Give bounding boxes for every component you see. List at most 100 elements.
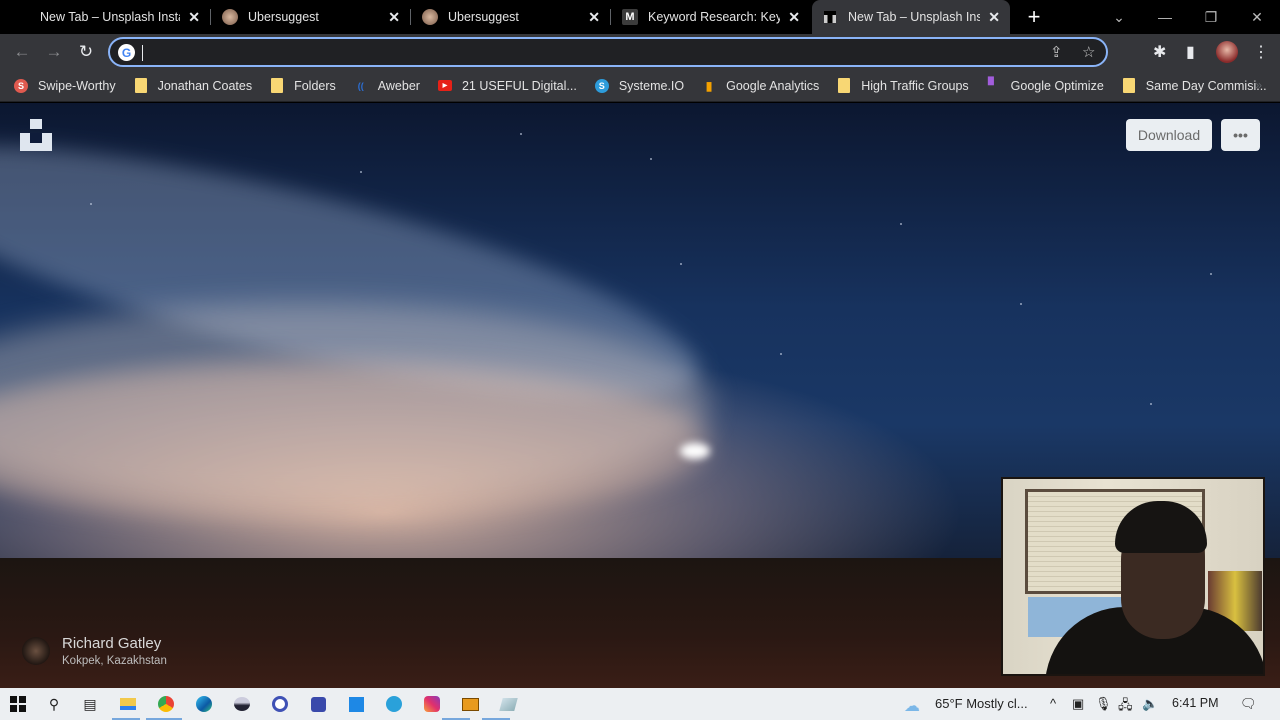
app-circle-icon[interactable] [270,694,290,714]
tab-title: Ubersuggest [448,10,519,24]
monitor-app-icon[interactable] [460,694,480,714]
share-icon[interactable]: ⇪ [1050,43,1063,61]
start-icon[interactable] [8,694,28,714]
menu-icon[interactable]: ⋮ [1253,42,1269,62]
photo-credit[interactable]: Richard Gatley Kokpek, Kazakhstan [22,635,167,667]
notes-app-icon[interactable] [498,694,518,714]
instagram-icon[interactable] [422,694,442,714]
chrome-icon[interactable] [156,694,176,714]
minimize-button[interactable]: — [1142,0,1188,34]
app-orb-icon[interactable] [232,694,252,714]
bookmark-star-icon[interactable]: ☆ [1082,43,1095,61]
tray-overflow-icon[interactable]: ^ [1050,696,1056,711]
bookmark-swipe-worthy[interactable]: S Swipe-Worthy [14,78,116,93]
star [780,353,782,355]
extensions-icon[interactable]: ✱ [1153,42,1166,62]
bookmark-label: High Traffic Groups [861,78,969,93]
s-red-icon: S [14,78,28,93]
folder-icon [1122,78,1136,93]
bookmark-jonathan-coates[interactable]: Jonathan Coates [134,78,253,93]
bookmark-aweber[interactable]: ((Aweber [354,79,420,93]
tab-unsplash-1[interactable]: New Tab – Unsplash Insta ✕ [30,0,210,34]
star [360,171,362,173]
close-icon[interactable]: ✕ [188,9,200,26]
more-options-button[interactable]: ••• [1221,119,1260,151]
network-icon[interactable]: 🖧 [1118,696,1133,718]
clock[interactable]: 6:41 PM [1172,696,1219,710]
microphone-icon[interactable]: 🎙 [1095,696,1112,712]
restore-button[interactable]: ❐ [1188,0,1234,34]
star [1150,403,1152,405]
tab-title: New Tab – Unsplash Insta [40,10,181,24]
bookmark-label: 21 USEFUL Digital... [461,78,577,93]
systeme-icon: S [594,78,609,93]
optimize-icon: ▘ [988,77,1000,93]
edge-icon[interactable] [194,694,214,714]
text-caret [142,45,143,61]
star [650,158,652,160]
bookmark-label: Folders [294,78,336,93]
side-panel-icon[interactable]: ▮ [1186,42,1195,62]
tab-title: Ubersuggest [248,10,319,24]
weather-icon[interactable]: ☁ [904,696,920,716]
app-square-icon[interactable] [308,694,328,714]
photo-location[interactable]: Kokpek, Kazakhstan [62,655,167,667]
telegram-icon[interactable] [384,694,404,714]
download-button[interactable]: Download [1126,119,1212,151]
bookmarks-bar: S Swipe-Worthy Jonathan Coates Folders ((… [0,70,1280,102]
folder-icon [837,78,851,93]
notifications-icon[interactable]: 🗨 [1240,696,1257,712]
bookmark-label: Jonathan Coates [157,78,253,93]
bookmark-21-useful-digital[interactable]: ▶ 21 USEFUL Digital... [437,78,577,93]
tab-divider [410,9,411,25]
new-tab-button[interactable]: + [1022,4,1046,30]
bookmark-high-traffic-groups[interactable]: High Traffic Groups [837,78,969,93]
task-view-icon[interactable]: ▤ [80,694,100,714]
close-icon[interactable]: ✕ [388,9,400,26]
file-explorer-icon[interactable] [118,694,138,714]
volume-icon[interactable]: 🔈 [1142,696,1158,712]
bookmark-same-day-commissions[interactable]: Same Day Commisi... [1122,78,1267,93]
close-icon[interactable]: ✕ [588,9,600,26]
unsplash-logo[interactable] [20,119,52,151]
photographer-avatar[interactable] [22,637,50,665]
close-icon[interactable]: ✕ [988,9,1000,26]
ubersuggest-avatar-icon [222,9,238,25]
meet-now-icon[interactable]: ▣ [1072,696,1084,712]
weather-text[interactable]: 65°F Mostly cl... [935,696,1028,711]
rocket-plume-tip [680,443,710,459]
star [900,223,902,225]
tab-unsplash-active[interactable]: New Tab – Unsplash Insta ✕ [812,0,1010,34]
bookmark-label: Systeme.IO [618,78,685,93]
back-button[interactable]: ← [10,40,34,64]
unsplash-new-tab-page: Download ••• Richard Gatley Kokpek, Kaza… [0,103,1280,688]
tab-strip: New Tab – Unsplash Insta ✕ Ubersuggest ✕… [0,0,1280,34]
star [520,133,522,135]
tab-ubersuggest-2[interactable]: Ubersuggest ✕ [412,0,610,34]
tab-search-button[interactable]: ⌄ [1096,0,1142,34]
tab-keyword-research[interactable]: M Keyword Research: Keywo ✕ [612,0,810,34]
bookmark-google-optimize[interactable]: ▘ Google Optimize [987,77,1104,93]
forward-button[interactable]: → [42,40,66,64]
bookmark-google-analytics[interactable]: ▮ Google Analytics [702,79,819,93]
folder-icon [134,78,148,93]
search-icon[interactable]: ⚲ [44,694,64,714]
address-input[interactable] [146,41,1006,63]
bookmarks-overflow-icon[interactable]: » [1255,78,1262,92]
browser-toolbar: ← → ↻ G ⇪ ☆ ✱ ▮ ⋮ [0,34,1280,70]
close-window-button[interactable]: ✕ [1234,0,1280,34]
ubersuggest-avatar-icon [422,9,438,25]
bookmark-systeme-io[interactable]: S Systeme.IO [594,78,685,93]
tab-ubersuggest-1[interactable]: Ubersuggest ✕ [212,0,410,34]
bookmark-label: Google Analytics [726,78,820,93]
address-bar[interactable]: G ⇪ ☆ [108,37,1108,67]
tab-divider [610,9,611,25]
profile-avatar[interactable] [1216,41,1238,63]
reload-button[interactable]: ↻ [74,40,98,64]
store-icon[interactable] [346,694,366,714]
photographer-name[interactable]: Richard Gatley [62,635,167,652]
bookmark-folders[interactable]: Folders [270,78,336,93]
bookmark-label: Same Day Commisi... [1145,78,1267,93]
star [1210,273,1212,275]
close-icon[interactable]: ✕ [788,9,800,26]
